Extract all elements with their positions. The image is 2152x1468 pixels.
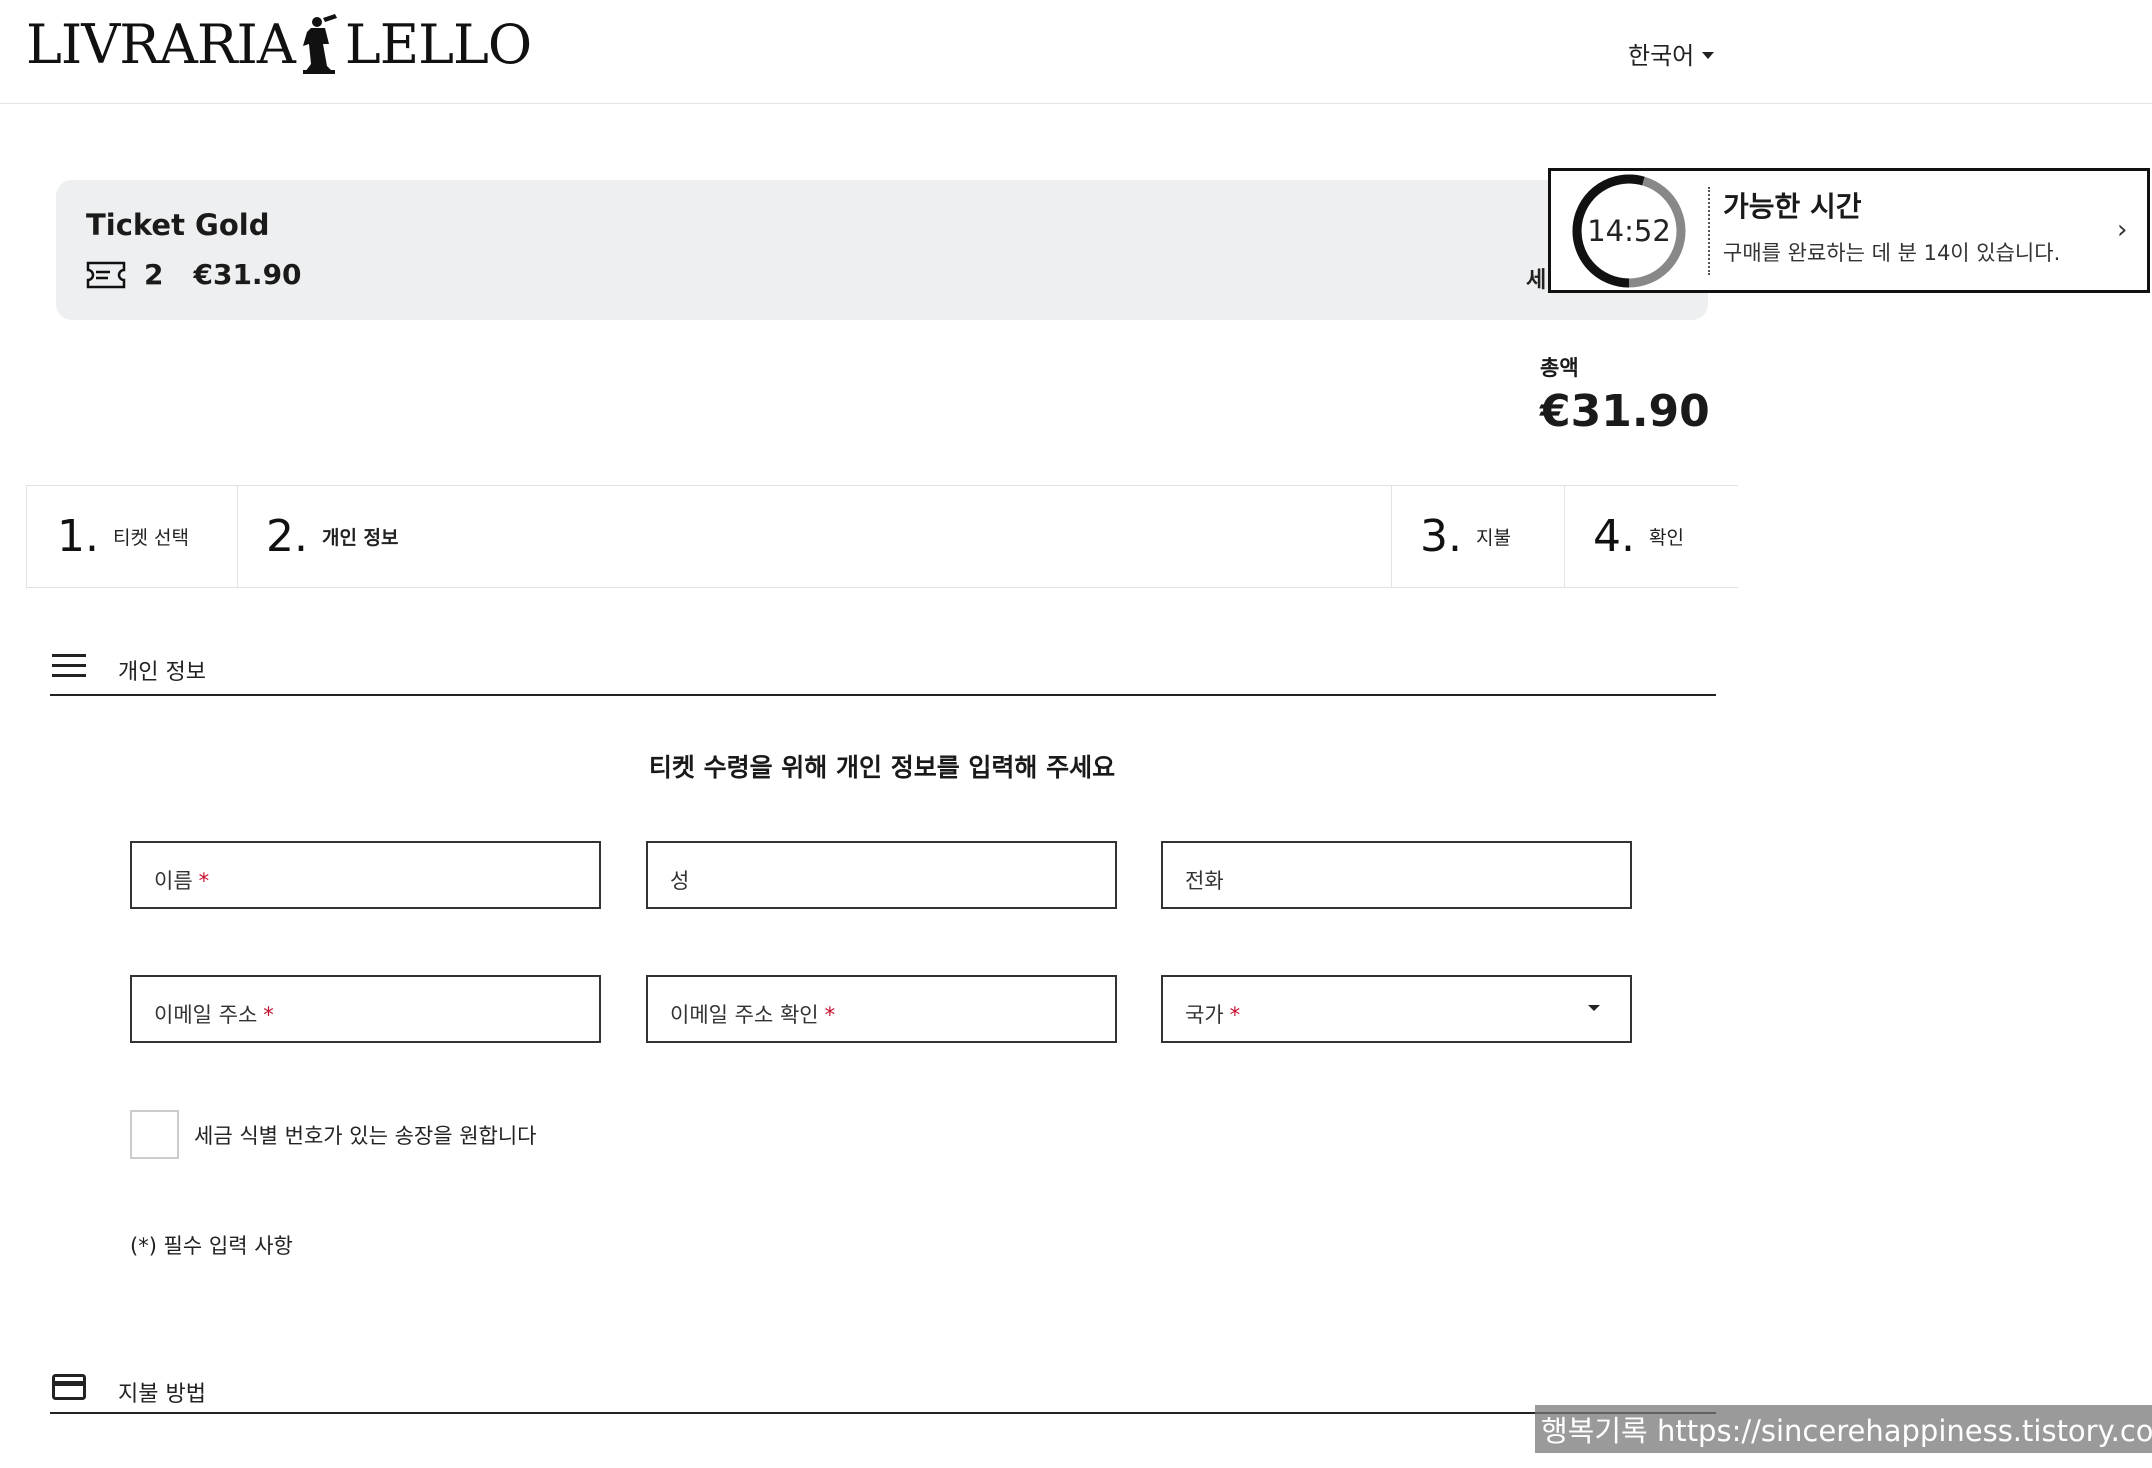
dropdown-arrow-icon [1588,1005,1600,1011]
total-label: 총액 [1540,356,1579,380]
chevron-right-icon[interactable]: › [2117,215,2127,245]
logo-text-left: LIVRARIA [26,12,296,76]
step-label: 티켓 선택 [112,527,189,549]
caret-down-icon [1702,52,1715,59]
timer-divider [1708,187,1710,275]
step-number: 4. [1593,511,1635,562]
last-name-field[interactable]: 성 [646,841,1117,909]
field-label: 국가 * [1185,1003,1241,1027]
section-title: 지불 방법 [118,1382,206,1407]
field-label: 성 [670,869,690,893]
ticket-side-label: 세 [1526,268,1547,293]
total-value: €31.90 [1540,386,1710,437]
ticket-icon [86,261,126,288]
required-mark: * [263,1003,274,1027]
invoice-checkbox-label[interactable]: 세금 식별 번호가 있는 송장을 원합니다 [194,1120,537,1150]
first-name-field[interactable]: 이름 * [130,841,601,909]
timer-title: 가능한 시간 [1723,190,1862,223]
field-label: 전화 [1185,869,1224,893]
payment-section-header[interactable]: 지불 방법 [50,1362,1716,1414]
phone-field[interactable]: 전화 [1161,841,1632,909]
required-mark: * [1229,1003,1241,1027]
section-title: 개인 정보 [118,660,206,685]
step-number: 2. [266,511,308,562]
step-number: 1. [57,511,99,562]
timer-description: 구매를 완료하는 데 분 14이 있습니다. [1723,241,2061,265]
invoice-checkbox[interactable] [130,1110,179,1159]
required-note: (*) 필수 입력 사항 [130,1234,293,1258]
required-mark: * [824,1003,836,1027]
personal-info-section-header[interactable]: 개인 정보 [50,640,1716,696]
step-label: 개인 정보 [321,527,399,549]
logo-figure-icon [302,14,337,74]
field-label: 이메일 주소 확인 * [670,1003,836,1027]
email-field[interactable]: 이메일 주소 * [130,975,601,1043]
watermark: 행복기록 https://sincerehappiness.tistory.co… [1535,1405,2152,1453]
required-mark: * [198,869,210,893]
field-label: 이메일 주소 * [154,1003,274,1027]
logo-text-right: LELLO [344,12,532,76]
country-select[interactable]: 국가 * [1161,975,1632,1043]
email-confirm-field[interactable]: 이메일 주소 확인 * [646,975,1117,1043]
ticket-name: Ticket Gold [86,208,270,242]
field-label: 이름 * [154,869,210,893]
language-selector[interactable]: 한국어 [1628,36,1715,71]
personal-info-intro: 티켓 수령을 위해 개인 정보를 입력해 주세요 [648,753,1116,782]
step-personal-info[interactable]: 2. 개인 정보 [237,486,1392,587]
checkout-steps: 1. 티켓 선택 2. 개인 정보 3. 지불 4. 확인 [26,485,1738,588]
livraria-lello-logo[interactable]: LIVRARIA LELLO [26,12,532,76]
language-label: 한국어 [1628,42,1695,70]
ticket-price: €31.90 [193,258,302,291]
menu-icon [52,654,86,677]
step-confirmation[interactable]: 4. 확인 [1564,486,1738,587]
step-payment[interactable]: 3. 지불 [1391,486,1565,587]
credit-card-icon [52,1374,86,1400]
ticket-summary-card: Ticket Gold 2 €31.90 세 [56,180,1708,320]
step-label: 확인 [1648,527,1684,549]
site-header: LIVRARIA LELLO 한국어 [0,0,2152,104]
step-number: 3. [1420,511,1462,562]
step-label: 지불 [1475,527,1511,549]
ticket-quantity: 2 [144,258,164,291]
timer-time: 14:52 [1587,214,1671,248]
ticket-details: 2 €31.90 [86,258,302,291]
step-select-ticket[interactable]: 1. 티켓 선택 [26,486,238,587]
timer-popup[interactable]: 14:52 가능한 시간 구매를 완료하는 데 분 14이 있습니다. › [1548,168,2150,293]
